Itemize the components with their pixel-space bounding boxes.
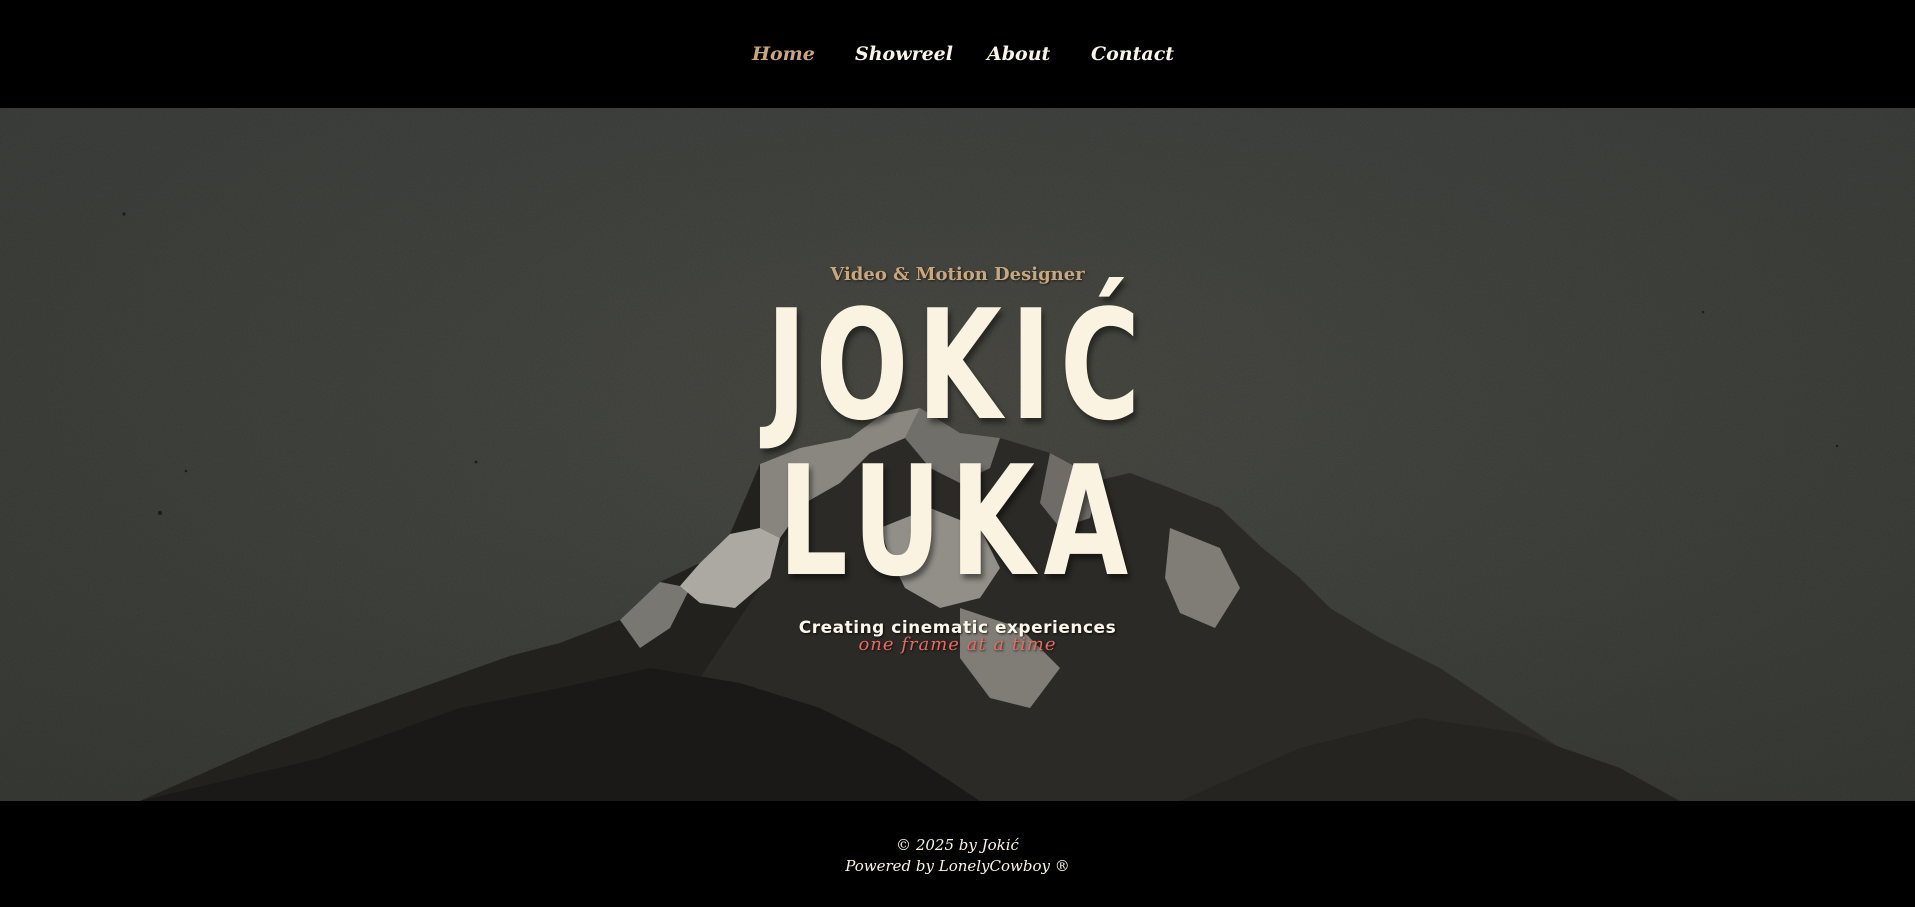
hero-name-last: LUKA (778, 433, 1137, 610)
nav-contact-link[interactable]: Contact (1091, 40, 1174, 68)
hero-name-first: JOKIĆ (766, 277, 1149, 454)
hero-tagline-script: one frame at a time (858, 634, 1057, 655)
top-navigation: Home Showreel About Contact (0, 0, 1915, 108)
nav-home-link[interactable]: Home (752, 40, 815, 68)
page-footer: © 2025 by Jokić Powered by LonelyCowboy … (0, 801, 1915, 907)
nav-showreel-link[interactable]: Showreel (855, 40, 953, 68)
footer-powered-by: Powered by LonelyCowboy ® (845, 857, 1070, 875)
footer-copyright: © 2025 by Jokić (896, 836, 1019, 854)
hero-section: Video & Motion Designer JOKIĆ LUKA Creat… (0, 108, 1915, 801)
nav-about-link[interactable]: About (987, 40, 1050, 68)
